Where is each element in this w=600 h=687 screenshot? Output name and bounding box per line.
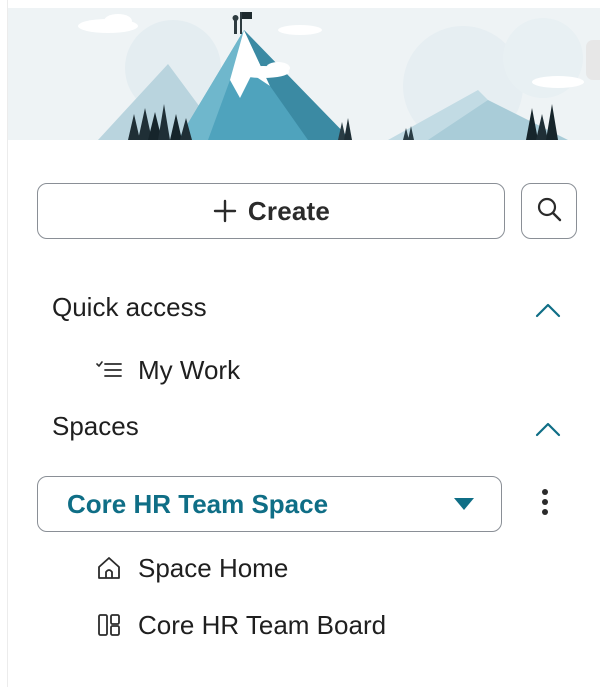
quick-access-heading: Quick access	[52, 292, 207, 322]
quick-access-toggle[interactable]	[532, 296, 564, 328]
home-icon	[94, 553, 124, 583]
nav-item-my-work[interactable]: My Work	[94, 352, 240, 388]
chevron-up-icon	[535, 421, 561, 442]
caret-down-icon	[453, 497, 475, 511]
nav-item-label: Core HR Team Board	[138, 609, 387, 640]
plus-icon	[212, 198, 238, 224]
banner-illustration	[8, 8, 600, 140]
nav-item-label: My Work	[138, 354, 241, 385]
search-button[interactable]	[521, 183, 577, 239]
spaces-toggle[interactable]	[532, 415, 564, 447]
selected-space-name: Core HR Team Space	[67, 488, 329, 519]
scrollbar-thumb[interactable]	[586, 40, 600, 80]
create-button[interactable]: Create	[37, 183, 505, 239]
nav-item-core-hr-team-board[interactable]: Core HR Team Board	[94, 607, 386, 643]
space-more-button[interactable]	[530, 486, 560, 522]
sidebar-panel: Create Quick access My Work Spaces Core …	[0, 0, 600, 687]
space-selector[interactable]: Core HR Team Space	[37, 476, 502, 532]
more-vertical-icon	[541, 488, 549, 521]
chevron-up-icon	[535, 302, 561, 323]
spaces-heading: Spaces	[52, 411, 139, 441]
checklist-icon	[94, 355, 124, 385]
nav-item-label: Space Home	[138, 552, 289, 583]
search-icon	[535, 195, 563, 228]
panel-edge	[0, 0, 8, 687]
nav-item-space-home[interactable]: Space Home	[94, 550, 288, 586]
board-icon	[94, 610, 124, 640]
create-button-label: Create	[247, 195, 331, 226]
